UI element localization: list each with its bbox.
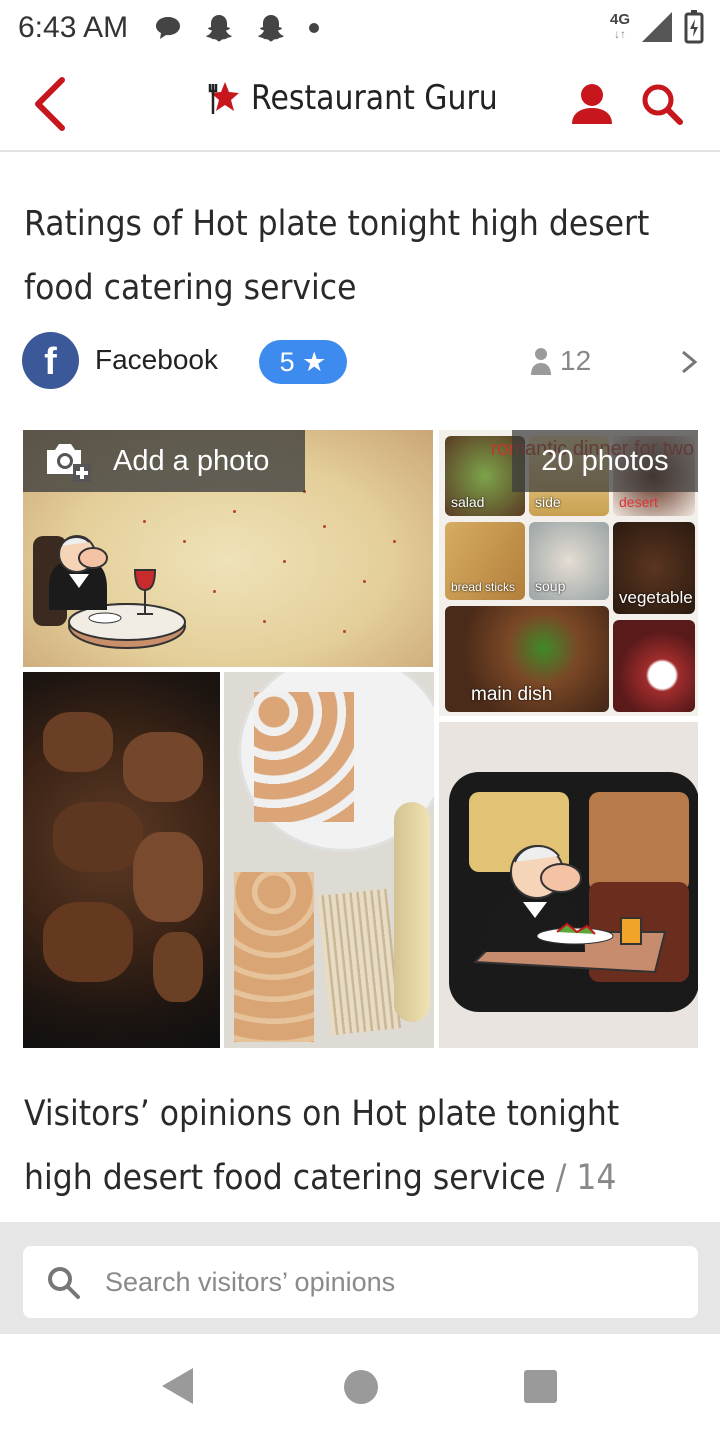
brand-name: Restaurant Guru: [251, 78, 498, 118]
brand-logo[interactable]: Restaurant Guru: [205, 78, 531, 118]
nav-back-icon[interactable]: [160, 1366, 196, 1406]
battery-icon: [684, 10, 704, 44]
app-header: Restaurant Guru: [0, 56, 720, 152]
photo-cookies[interactable]: [224, 672, 434, 1048]
search-icon: [48, 1267, 80, 1299]
opinions-count: / 14: [555, 1158, 617, 1198]
status-bar: 6:43 AM 4G ↓↑: [0, 0, 720, 56]
signal-icon: [642, 12, 672, 42]
back-arrow-icon[interactable]: [28, 76, 72, 132]
dining-man-icon: [472, 844, 667, 974]
rating-badge: 5 ★: [259, 340, 347, 384]
system-icons: 4G ↓↑: [610, 10, 704, 44]
dining-man-icon: [33, 535, 186, 649]
photo-chicken[interactable]: [23, 672, 220, 1048]
dot-icon: [309, 23, 320, 33]
restaurant-guru-logo-icon: [208, 82, 239, 114]
rating-source: Facebook: [95, 344, 218, 375]
status-time: 6:43 AM: [18, 11, 129, 44]
collage-vegetable: vegetable: [613, 522, 695, 614]
snapchat-icon: [258, 15, 285, 42]
facebook-icon: f: [22, 332, 79, 389]
opinions-search-input[interactable]: [105, 1266, 665, 1298]
opinions-search-area: [0, 1222, 720, 1334]
user-profile-icon[interactable]: [570, 82, 614, 126]
page-title: Ratings of Hot plate tonight high desert…: [24, 204, 650, 308]
photo-gallery: salad side desert bread sticks soup vege…: [23, 430, 698, 1048]
system-nav-bar: [0, 1334, 720, 1440]
network-indicator: 4G ↓↑: [609, 11, 630, 41]
photo-meal-tray[interactable]: [439, 722, 698, 1048]
rating-row[interactable]: f Facebook 5 ★ 12: [22, 332, 702, 390]
add-camera-icon: [47, 444, 91, 482]
collage-table-setting: [613, 620, 695, 712]
person-icon: [531, 348, 551, 375]
nav-home-icon[interactable]: [344, 1370, 378, 1404]
visitors-opinions-title: Visitors’ opinions on Hot plate tonight …: [24, 1094, 620, 1198]
nav-recents-icon[interactable]: [524, 1370, 557, 1403]
snapchat-icon: [206, 15, 233, 42]
reviews-count: 12: [530, 345, 591, 377]
collage-soup: soup: [529, 522, 609, 600]
photos-count-button[interactable]: 20 photos: [512, 430, 698, 492]
add-photo-button[interactable]: Add a photo: [23, 430, 305, 492]
collage-bread-sticks: bread sticks: [445, 522, 525, 600]
search-icon[interactable]: [638, 80, 686, 128]
collage-main-dish: main dish: [445, 606, 609, 712]
message-icon: [156, 17, 181, 39]
notification-icons: [154, 13, 320, 43]
opinions-search-box[interactable]: [23, 1246, 698, 1318]
chevron-right-icon[interactable]: [678, 348, 700, 376]
